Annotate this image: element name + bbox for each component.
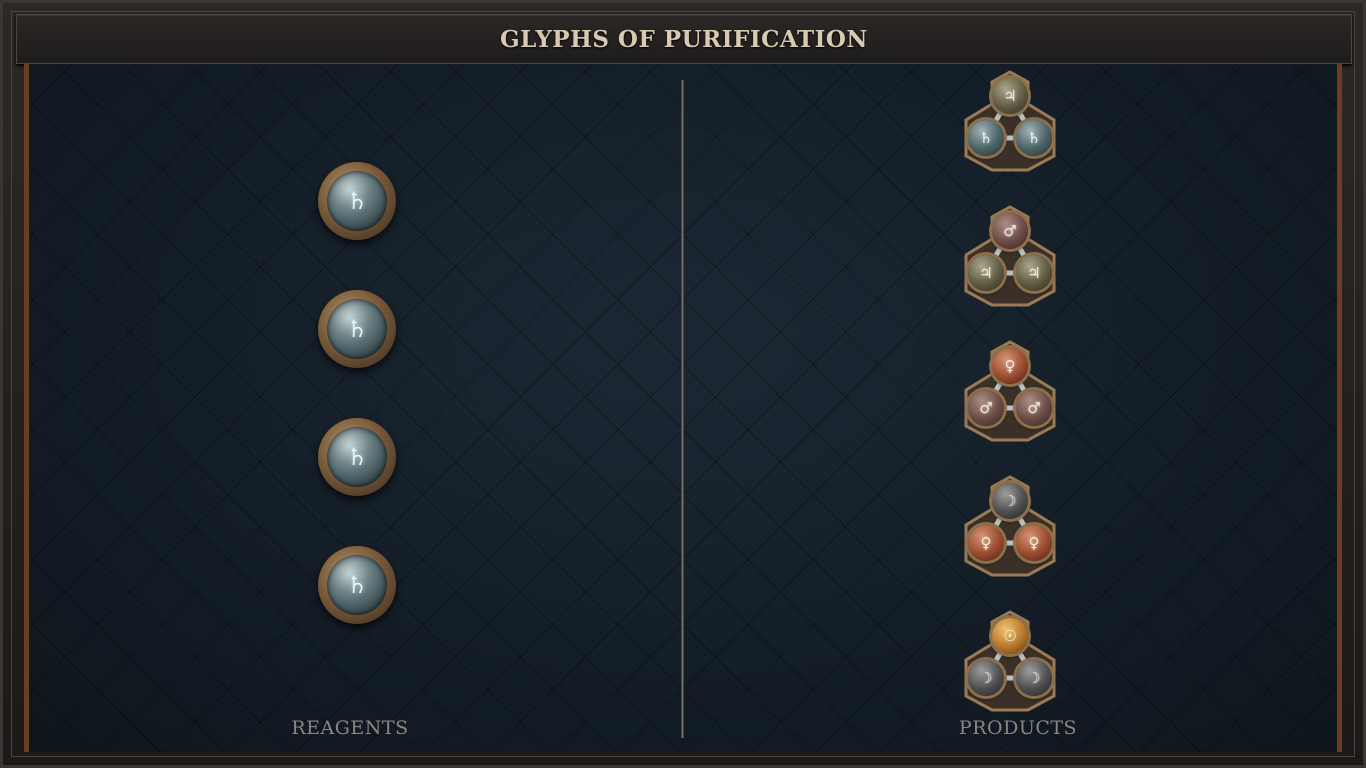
lead-glyph-icon: ♄ xyxy=(968,120,1004,156)
lead-glyph-icon: ♄ xyxy=(327,299,387,359)
reagent-lead[interactable]: ♄ xyxy=(318,290,396,368)
silver-glyph-icon: ☽ xyxy=(992,483,1028,519)
page-title: GLYPHS OF PURIFICATION xyxy=(500,25,868,53)
tin-glyph-icon: ♃ xyxy=(968,255,1004,291)
reagent-lead[interactable]: ♄ xyxy=(318,546,396,624)
silver-glyph-icon: ☽ xyxy=(1016,660,1052,696)
product-molecule[interactable]: ☽ ♀ ♀ xyxy=(958,475,1062,579)
gold-glyph-icon: ☉ xyxy=(992,618,1028,654)
lead-glyph-icon: ♄ xyxy=(327,427,387,487)
title-bar: GLYPHS OF PURIFICATION xyxy=(16,14,1352,64)
column-divider xyxy=(681,80,684,738)
copper-glyph-icon: ♀ xyxy=(968,525,1004,561)
silver-glyph-icon: ☽ xyxy=(968,660,1004,696)
reagent-lead[interactable]: ♄ xyxy=(318,418,396,496)
iron-glyph-icon: ♂ xyxy=(1016,390,1052,426)
tin-glyph-icon: ♃ xyxy=(1016,255,1052,291)
copper-glyph-icon: ♀ xyxy=(1016,525,1052,561)
lead-glyph-icon: ♄ xyxy=(1016,120,1052,156)
products-label: PRODUCTS xyxy=(958,717,1078,739)
iron-glyph-icon: ♂ xyxy=(992,213,1028,249)
product-molecule[interactable]: ♃ ♄ ♄ xyxy=(958,70,1062,174)
iron-glyph-icon: ♂ xyxy=(968,390,1004,426)
product-molecule[interactable]: ♂ ♃ ♃ xyxy=(958,205,1062,309)
tin-glyph-icon: ♃ xyxy=(992,78,1028,114)
copper-glyph-icon: ♀ xyxy=(992,348,1028,384)
reagents-label: REAGENTS xyxy=(291,717,409,739)
reagent-lead[interactable]: ♄ xyxy=(318,162,396,240)
product-molecule[interactable]: ♀ ♂ ♂ xyxy=(958,340,1062,444)
lead-glyph-icon: ♄ xyxy=(327,555,387,615)
product-molecule[interactable]: ☉ ☽ ☽ xyxy=(958,610,1062,714)
lead-glyph-icon: ♄ xyxy=(327,171,387,231)
